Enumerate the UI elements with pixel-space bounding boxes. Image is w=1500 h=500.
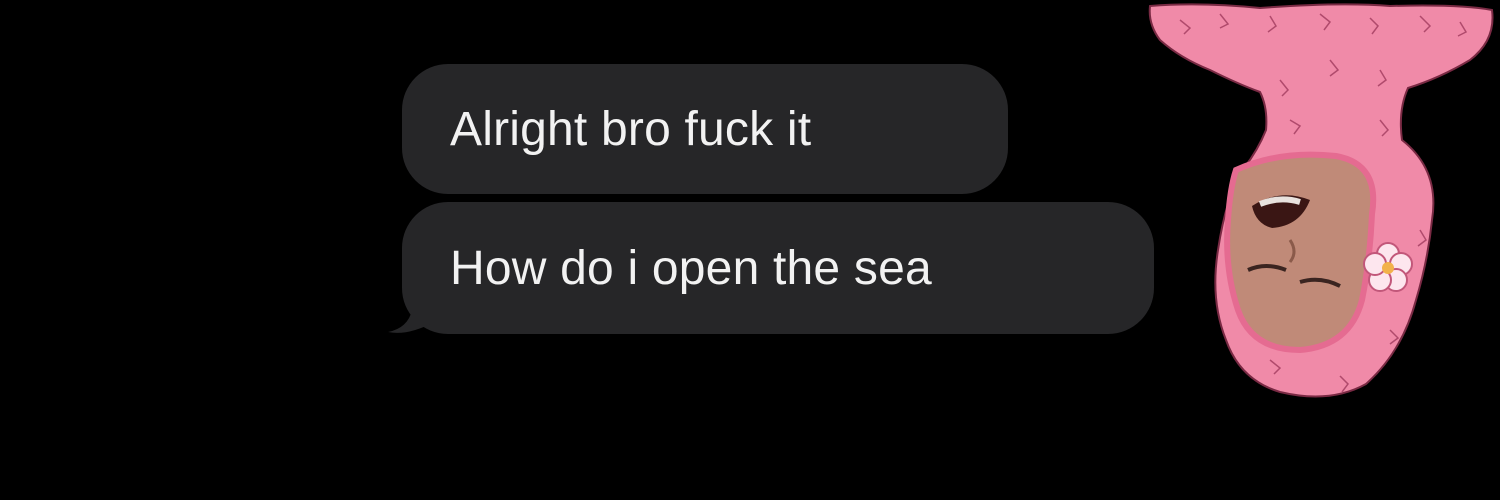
message-bubble[interactable]: Alright bro fuck it: [402, 64, 1008, 194]
upside-down-pink-fluffy-hood-sticker-icon: [1148, 3, 1494, 398]
bubble-tail-icon: [388, 288, 448, 333]
message-text: Alright bro fuck it: [450, 102, 812, 156]
message-text: How do i open the sea: [450, 241, 932, 295]
message-bubble[interactable]: How do i open the sea: [402, 202, 1154, 334]
